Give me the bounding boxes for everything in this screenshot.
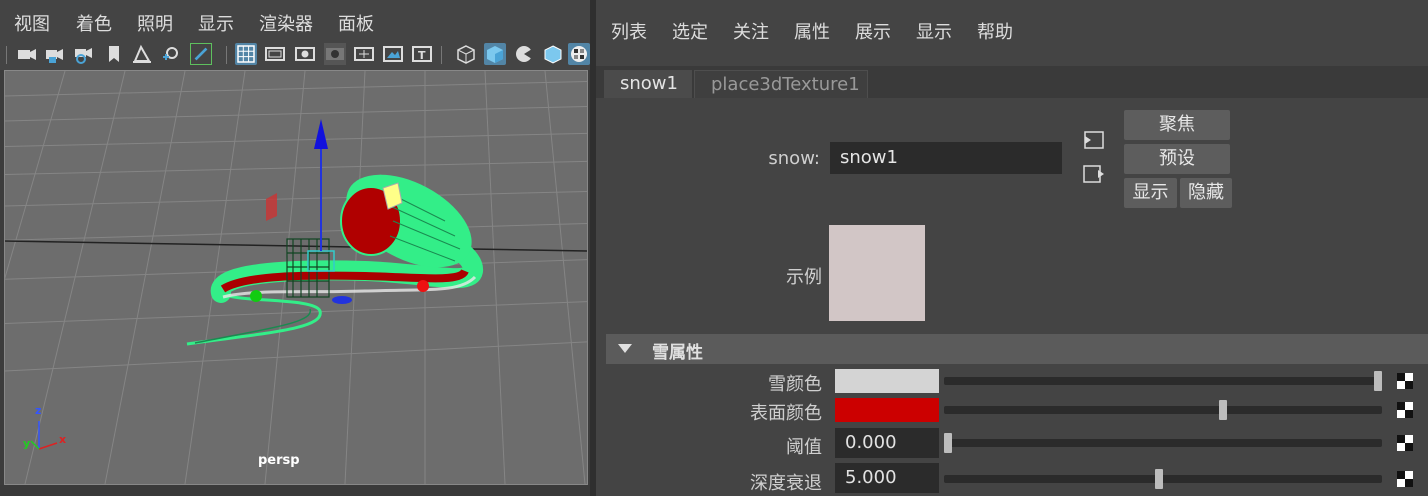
attribute-editor-menubar: 列表 选定 关注 属性 展示 显示 帮助	[596, 0, 1428, 58]
menu-selected[interactable]: 选定	[672, 18, 708, 44]
camera-select-icon[interactable]	[16, 43, 38, 65]
toolbar-separator	[226, 46, 227, 64]
menu-help[interactable]: 帮助	[977, 18, 1013, 44]
section-header-snow-attributes[interactable]: 雪属性	[606, 334, 1428, 364]
viewport-panel: 视图 着色 照明 显示 渲染器 面板 T z x y persp	[0, 0, 590, 496]
axis-label-y: y	[23, 437, 31, 450]
film-gate-icon[interactable]	[264, 43, 286, 65]
attr-label-depth-decay: 深度衰退	[750, 473, 822, 494]
image-plane-icon[interactable]	[131, 43, 153, 65]
snow-color-swatch[interactable]	[835, 369, 939, 393]
depth-decay-slider[interactable]	[944, 475, 1382, 483]
smooth-shade-icon[interactable]	[484, 43, 506, 65]
surface-color-slider[interactable]	[944, 406, 1382, 414]
resolution-gate-icon[interactable]	[294, 43, 316, 65]
3d-viewport[interactable]: z x y	[4, 70, 588, 485]
sample-swatch	[829, 225, 925, 321]
safe-title-icon[interactable]: T	[411, 43, 433, 65]
2d-pan-zoom-icon[interactable]	[160, 43, 182, 65]
menu-renderer[interactable]: 渲染器	[259, 10, 313, 36]
map-button-icon[interactable]	[1397, 373, 1413, 389]
bookmark-icon[interactable]	[103, 43, 125, 65]
menu-lighting[interactable]: 照明	[137, 10, 173, 36]
hide-button[interactable]: 隐藏	[1180, 178, 1232, 208]
menu-list[interactable]: 列表	[611, 18, 647, 44]
attr-label-threshold: 阈值	[786, 437, 822, 458]
output-connection-icon[interactable]	[1082, 164, 1106, 184]
tab-place3dtexture1[interactable]: place3dTexture1	[694, 70, 868, 98]
attr-label-surface-color: 表面颜色	[750, 403, 822, 424]
presets-button[interactable]: 预设	[1124, 144, 1230, 174]
camera-lock-icon[interactable]	[44, 43, 66, 65]
viewport-menubar: 视图 着色 照明 显示 渲染器 面板	[0, 0, 590, 40]
menu-display[interactable]: 显示	[916, 18, 952, 44]
attribute-editor: 列表 选定 关注 属性 展示 显示 帮助 snow1 place3dTextur…	[596, 0, 1428, 496]
sample-label: 示例	[786, 267, 822, 288]
surface-color-swatch[interactable]	[835, 398, 939, 422]
collapse-triangle-icon[interactable]	[618, 344, 632, 354]
map-button-icon[interactable]	[1397, 471, 1413, 487]
threshold-slider[interactable]	[944, 439, 1382, 447]
axis-label-z: z	[35, 404, 42, 417]
threshold-field[interactable]: 0.000	[835, 428, 939, 458]
menu-show-attrs[interactable]: 展示	[855, 18, 891, 44]
attr-label-snow-color: 雪颜色	[768, 374, 822, 395]
camera-attributes-icon[interactable]	[72, 43, 94, 65]
svg-text:T: T	[418, 49, 426, 62]
tab-snow1[interactable]: snow1	[604, 70, 692, 98]
gate-mask-icon[interactable]	[324, 43, 346, 65]
wireframe-on-shaded-icon[interactable]	[542, 43, 564, 65]
x-axis-handle[interactable]	[417, 280, 429, 292]
input-connection-icon[interactable]	[1082, 130, 1106, 150]
default-material-icon[interactable]	[513, 43, 535, 65]
node-name-label: snow:	[768, 148, 820, 169]
menu-show[interactable]: 显示	[198, 10, 234, 36]
snow-color-slider[interactable]	[944, 377, 1382, 385]
menu-panels[interactable]: 面板	[338, 10, 374, 36]
threshold-slider-handle[interactable]	[944, 433, 952, 453]
map-button-icon[interactable]	[1397, 435, 1413, 451]
scene-render	[5, 71, 587, 484]
textured-icon[interactable]	[568, 43, 590, 65]
camera-name-label: persp	[258, 453, 300, 468]
viewport-bottom-bar	[0, 485, 590, 496]
surface-color-slider-handle[interactable]	[1219, 400, 1228, 420]
safe-action-icon[interactable]	[382, 43, 404, 65]
map-button-icon[interactable]	[1397, 402, 1413, 418]
menu-attributes[interactable]: 属性	[794, 18, 830, 44]
depth-decay-slider-handle[interactable]	[1154, 469, 1163, 489]
section-title: 雪属性	[652, 343, 703, 363]
grease-pencil-icon[interactable]	[190, 43, 212, 65]
snow-color-slider-handle[interactable]	[1374, 371, 1382, 391]
wireframe-icon[interactable]	[455, 43, 477, 65]
toolbar-grip	[6, 46, 7, 64]
toolbar-separator	[441, 46, 442, 64]
depth-decay-field[interactable]: 5.000	[835, 463, 939, 493]
axis-label-x: x	[59, 433, 67, 446]
viewport-toolbar: T	[0, 40, 590, 70]
focus-button[interactable]: 聚焦	[1124, 110, 1230, 140]
menu-focus[interactable]: 关注	[733, 18, 769, 44]
menu-shading[interactable]: 着色	[76, 10, 112, 36]
grid-icon[interactable]	[235, 43, 257, 65]
menu-view[interactable]: 视图	[14, 10, 50, 36]
show-button[interactable]: 显示	[1124, 178, 1177, 208]
z-axis-handle[interactable]	[250, 290, 262, 302]
node-tab-bar: snow1 place3dTexture1	[596, 66, 1428, 98]
field-chart-icon[interactable]	[353, 43, 375, 65]
node-name-field[interactable]: snow1	[830, 142, 1062, 174]
